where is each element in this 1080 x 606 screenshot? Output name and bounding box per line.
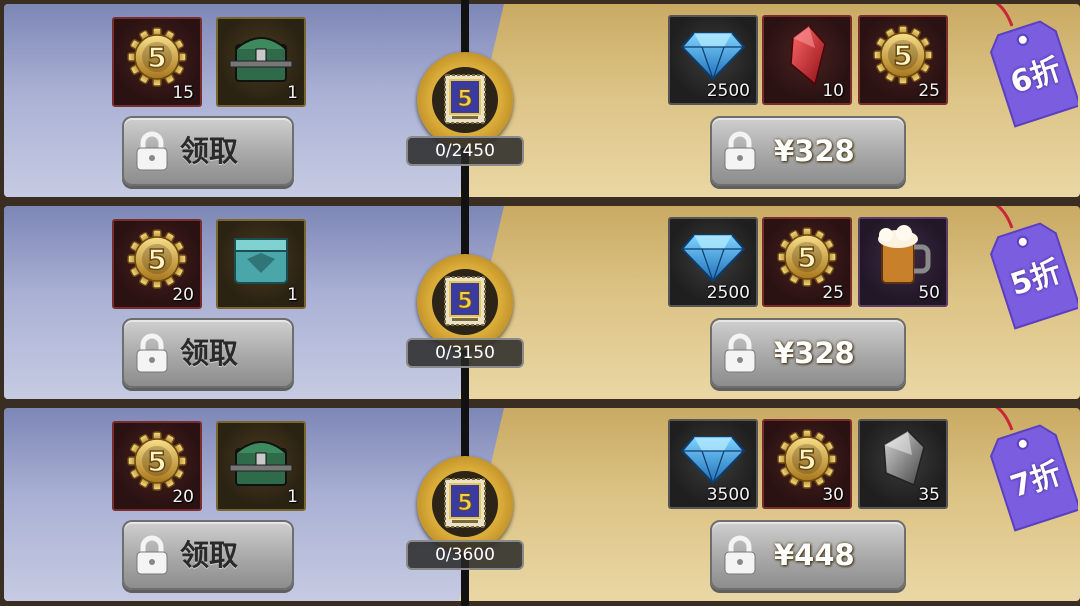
premium-reward-slot[interactable]: 10 [762,15,852,105]
progress-counter: 0/3600 [406,540,524,570]
reward-count: 20 [172,285,194,305]
reward-count: 2500 [706,81,750,101]
price-label: ¥328 [774,134,855,168]
token-5-icon: 5 [126,228,188,294]
reward-count: 10 [822,81,844,101]
reward-count: 50 [918,283,940,303]
premium-reward-slot[interactable]: 2500 [668,217,758,307]
free-reward-slot[interactable]: 5 15 [112,17,202,107]
svg-text:5: 5 [147,445,166,478]
red-crystal-icon [785,24,829,90]
reward-count: 30 [822,485,844,505]
reward-count: 15 [172,83,194,103]
buy-button[interactable]: ¥328 [710,318,906,388]
token-5-icon: 5 [872,24,934,90]
chest-green-icon [228,431,294,495]
premium-reward-slot[interactable]: 50 [858,217,948,307]
level-medal: 5 [417,254,513,350]
claim-label: 领取 [180,336,239,370]
lock-icon [134,535,170,581]
premium-reward-slot[interactable]: 5 30 [762,419,852,509]
price-label: ¥448 [774,538,855,572]
free-reward-slot[interactable]: 1 [216,421,306,511]
claim-button[interactable]: 领取 [122,520,294,590]
buy-button[interactable]: ¥328 [710,116,906,186]
level-medal: 5 [417,456,513,552]
svg-text:5: 5 [797,241,816,274]
level-medal: 5 [417,52,513,148]
lock-icon [722,131,758,177]
free-reward-slot[interactable]: 1 [216,219,306,309]
claim-label: 领取 [180,538,239,572]
svg-text:5: 5 [457,87,472,112]
token-5-icon: 5 [126,430,188,496]
svg-text:5: 5 [893,39,912,72]
token-5-icon: 5 [776,428,838,494]
svg-text:5: 5 [457,491,472,516]
token-5-icon: 5 [126,26,188,92]
diamond-icon [680,231,746,287]
reward-count: 25 [822,283,844,303]
free-reward-slot[interactable]: 5 20 [112,219,202,309]
svg-text:5: 5 [147,243,166,276]
progress-counter: 0/2450 [406,136,524,166]
claim-label: 领取 [180,134,239,168]
ticket-5-icon: 5 [442,274,488,332]
svg-text:5: 5 [797,443,816,476]
lock-icon [134,333,170,379]
premium-reward-slot[interactable]: 35 [858,419,948,509]
chest-teal-icon [229,229,293,293]
free-reward-slot[interactable]: 1 [216,17,306,107]
chest-green-icon [228,27,294,91]
reward-tier-row: 5 20 1 领取 2500 5 25 50 ¥328 5折 [4,206,1080,399]
token-5-icon: 5 [776,226,838,292]
svg-text:5: 5 [147,41,166,74]
free-reward-slot[interactable]: 5 20 [112,421,202,511]
diamond-icon [680,29,746,85]
reward-tier-row: 5 20 1 领取 3500 5 30 35 ¥448 7折 [4,408,1080,601]
reward-count: 35 [918,485,940,505]
diamond-icon [680,433,746,489]
discount-tag: 7折 [988,408,1080,532]
premium-reward-slot[interactable]: 3500 [668,419,758,509]
silver-crystal-icon [878,429,928,493]
reward-count: 20 [172,487,194,507]
reward-count: 1 [287,285,298,305]
discount-tag: 6折 [988,4,1080,128]
claim-button[interactable]: 领取 [122,318,294,388]
price-label: ¥328 [774,336,855,370]
reward-tier-row: 5 15 1 领取 2500 10 5 25 ¥328 6折 [4,4,1080,197]
buy-button[interactable]: ¥448 [710,520,906,590]
reward-count: 1 [287,487,298,507]
ticket-5-icon: 5 [442,72,488,130]
reward-count: 1 [287,83,298,103]
reward-count: 25 [918,81,940,101]
progress-counter: 0/3150 [406,338,524,368]
premium-reward-slot[interactable]: 5 25 [762,217,852,307]
discount-tag: 5折 [988,206,1080,330]
reward-count: 3500 [706,485,750,505]
premium-reward-slot[interactable]: 5 25 [858,15,948,105]
reward-count: 2500 [706,283,750,303]
ticket-5-icon: 5 [442,476,488,534]
lock-icon [722,333,758,379]
svg-text:5: 5 [457,289,472,314]
lock-icon [134,131,170,177]
premium-reward-slot[interactable]: 2500 [668,15,758,105]
lock-icon [722,535,758,581]
claim-button[interactable]: 领取 [122,116,294,186]
